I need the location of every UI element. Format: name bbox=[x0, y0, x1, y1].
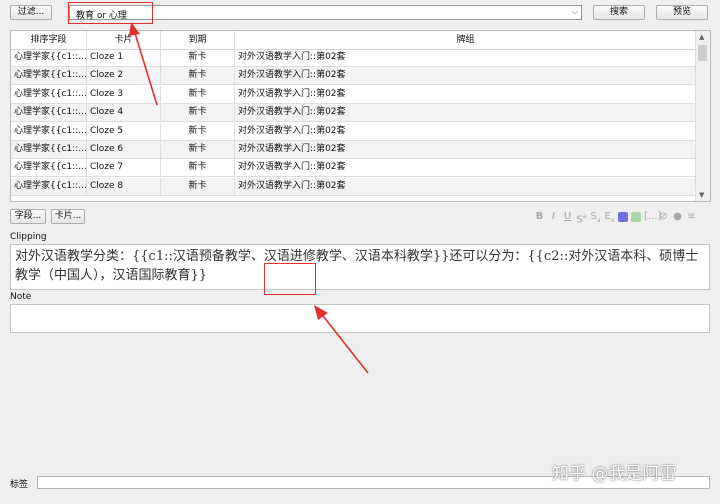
watermark: 知乎 @我是阿雷 bbox=[552, 464, 677, 484]
annotation-arrows bbox=[129, 22, 369, 374]
